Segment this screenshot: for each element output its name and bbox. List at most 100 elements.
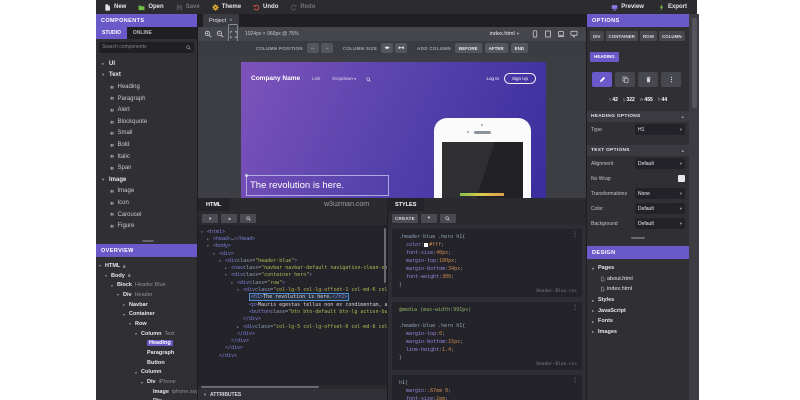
code-line[interactable]: ▾ <div class= "header-blue" > bbox=[198, 257, 387, 264]
design-tree-javascript[interactable]: ▸ JavaScript bbox=[592, 305, 689, 316]
hero-search-icon[interactable] bbox=[366, 69, 371, 87]
code-line[interactable]: ▸ <head>… </head> bbox=[198, 235, 387, 242]
kebab-menu-icon[interactable]: ⋮ bbox=[572, 304, 578, 311]
components-tree-image[interactable]: Image bbox=[96, 186, 197, 198]
expand-node-button[interactable] bbox=[202, 213, 218, 223]
duplicate-button[interactable] bbox=[615, 72, 635, 87]
code-line[interactable]: margin-bottom: 34px; bbox=[397, 265, 577, 273]
design-tree-about-html[interactable]: about.html bbox=[592, 274, 689, 285]
code-line[interactable]: font-size: 2em; bbox=[397, 395, 577, 400]
select-background[interactable]: Default ▾ bbox=[635, 218, 685, 229]
code-line[interactable]: line-height: 1.4; bbox=[397, 346, 577, 354]
hero-section[interactable]: Company Name Link Dropdown ▾ Log In Sign… bbox=[241, 62, 546, 198]
overview-node-button[interactable]: Button bbox=[96, 358, 197, 368]
move-column-left-button[interactable]: ← bbox=[306, 43, 319, 53]
overview-node-div[interactable]: ▾ Div iPhone bbox=[96, 377, 197, 387]
components-tree-paragraph[interactable]: Paragraph bbox=[96, 93, 197, 105]
device-laptop-button[interactable] bbox=[557, 30, 565, 38]
design-canvas[interactable]: Company Name Link Dropdown ▾ Log In Sign… bbox=[198, 55, 586, 198]
add-column-end-button[interactable]: END bbox=[510, 43, 529, 53]
components-panel-header[interactable]: COMPONENTS bbox=[96, 14, 197, 27]
device-tablet-button[interactable] bbox=[544, 30, 552, 38]
components-tree-small[interactable]: Small bbox=[96, 128, 197, 140]
move-column-right-button[interactable]: → bbox=[320, 43, 333, 53]
code-line[interactable] bbox=[397, 314, 577, 322]
select-transformations[interactable]: None ▾ bbox=[635, 188, 685, 199]
selected-heading-outline[interactable]: The revolution is here. bbox=[245, 174, 389, 196]
components-scrollbar[interactable] bbox=[96, 238, 197, 244]
code-line[interactable]: ▸ <div class= "col-lg-5 col-lg-offset-0 co… bbox=[198, 323, 387, 330]
breadcrumb-container[interactable]: CONTAINER bbox=[605, 31, 638, 41]
more-button[interactable] bbox=[661, 72, 681, 87]
pencil-button[interactable] bbox=[592, 72, 612, 87]
html-code-vscrollbar[interactable] bbox=[384, 228, 386, 283]
components-tree-figure[interactable]: Figure bbox=[96, 220, 197, 232]
design-tree-styles[interactable]: ▸ Styles bbox=[592, 295, 689, 306]
design-tree-images[interactable]: ▸ Images bbox=[592, 327, 689, 338]
code-line[interactable]: ▾ <div class= "container hero" > bbox=[198, 272, 387, 279]
options-panel-header[interactable]: OPTIONS bbox=[587, 14, 689, 27]
overview-node-heading[interactable]: Heading bbox=[96, 339, 197, 349]
hero-login-link[interactable]: Log In bbox=[486, 76, 499, 81]
open-button[interactable]: Open bbox=[138, 4, 164, 11]
tab-online[interactable]: ONLINE bbox=[127, 27, 158, 39]
collapse-icon[interactable]: ▲ bbox=[681, 114, 685, 119]
breadcrumb-row[interactable]: ROW bbox=[639, 31, 657, 41]
theme-button[interactable]: Theme bbox=[212, 3, 241, 11]
code-line[interactable]: </div> bbox=[198, 352, 387, 359]
hscrollbar-thumb[interactable] bbox=[201, 386, 319, 388]
code-line[interactable]: <button class= "btn btn-default btn-lg ac… bbox=[198, 308, 387, 315]
create-style-button[interactable]: CREATE bbox=[392, 213, 418, 223]
overview-node-column[interactable]: ▾ Column bbox=[96, 368, 197, 378]
code-line[interactable]: h1 { bbox=[397, 379, 577, 387]
undo-button[interactable]: Undo bbox=[253, 4, 278, 11]
selection-handle[interactable] bbox=[245, 174, 248, 177]
kebab-menu-icon[interactable]: ⋮ bbox=[572, 231, 578, 238]
page-dropdown[interactable]: index.html ▾ bbox=[490, 31, 519, 37]
overview-node-div[interactable]: ▾ Div Header bbox=[96, 290, 197, 300]
html-search-button[interactable] bbox=[240, 213, 256, 223]
section-header-text-options[interactable]: TEXT OPTIONS ▲ bbox=[587, 145, 689, 156]
code-line[interactable]: ▾ <html> bbox=[198, 228, 387, 235]
overview-node-block[interactable]: ▾ Block Header Blue bbox=[96, 280, 197, 290]
code-line[interactable]: @media (max-width:991px) bbox=[397, 306, 577, 314]
breadcrumb-div[interactable]: DIV bbox=[590, 31, 604, 41]
overview-node-div[interactable]: Div bbox=[96, 397, 197, 400]
code-line[interactable]: </div> bbox=[198, 345, 387, 352]
selected-element-button[interactable]: HEADING bbox=[590, 51, 619, 62]
components-tree-icon[interactable]: Icon bbox=[96, 197, 197, 209]
design-tree-pages[interactable]: ▾ Pages bbox=[592, 263, 689, 274]
overview-node-container[interactable]: ▾ Container bbox=[96, 309, 197, 319]
html-panel-tab[interactable]: HTML bbox=[198, 198, 230, 211]
components-tree-carousel[interactable]: Carousel bbox=[96, 209, 197, 221]
code-line[interactable]: </div> bbox=[198, 316, 387, 323]
code-line[interactable]: margin-top: 0; bbox=[397, 330, 577, 338]
create-dropdown-button[interactable]: ▾ bbox=[420, 213, 437, 223]
html-code-editor[interactable]: ▾ <html> ▸ <head>… </head> ▾ <body> ▾ <div> ▾ <div… bbox=[198, 225, 387, 385]
breadcrumb-column[interactable]: COLUMN bbox=[658, 31, 685, 41]
components-tree-ui[interactable]: ▸ UI bbox=[96, 58, 197, 70]
device-desktop-button[interactable] bbox=[570, 30, 578, 38]
hero-nav-link[interactable]: Link bbox=[312, 76, 320, 81]
select-alignment[interactable]: Default ▾ bbox=[635, 158, 685, 169]
code-line[interactable]: <h1> The revolution is here. </h1> bbox=[198, 293, 387, 302]
hero-brand[interactable]: Company Name bbox=[251, 75, 300, 82]
components-tree-blockquote[interactable]: Blockquote bbox=[96, 116, 197, 128]
select-type[interactable]: H1 ▾ bbox=[635, 124, 685, 135]
code-line[interactable]: margin: .67em 0; bbox=[397, 387, 577, 395]
code-line[interactable]: </div> bbox=[198, 330, 387, 337]
search-input[interactable]: Search components bbox=[99, 41, 194, 53]
select-color[interactable]: Default ▾ bbox=[635, 203, 685, 214]
overview-node-html[interactable]: ▾ HTML bbox=[96, 261, 197, 271]
add-column-after-button[interactable]: AFTER bbox=[484, 43, 508, 53]
code-line[interactable]: } bbox=[397, 281, 577, 289]
column-shrink-button[interactable]: ▸◂ bbox=[395, 43, 408, 53]
components-tree-bold[interactable]: Bold bbox=[96, 139, 197, 151]
overview-node-body[interactable]: ▾ Body bbox=[96, 271, 197, 281]
toolbar-preview-button[interactable]: Preview bbox=[611, 4, 644, 11]
code-line[interactable]: ▾ <div> bbox=[198, 250, 387, 257]
code-line[interactable]: </div> bbox=[198, 337, 387, 344]
overview-node-navbar[interactable]: ▸ Navbar bbox=[96, 300, 197, 310]
overview-node-row[interactable]: ▾ Row bbox=[96, 319, 197, 329]
design-tree-fonts[interactable]: ▸ Fonts bbox=[592, 316, 689, 327]
